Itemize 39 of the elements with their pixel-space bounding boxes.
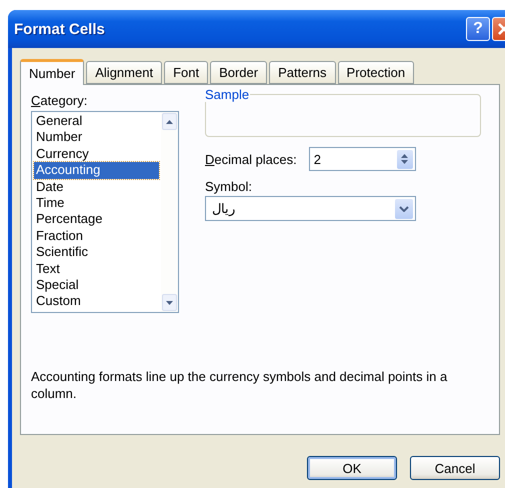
category-item[interactable]: Number	[34, 129, 159, 146]
category-item[interactable]: Text	[34, 260, 159, 278]
category-item[interactable]: Special	[34, 277, 159, 294]
dropdown-button[interactable]	[395, 198, 413, 218]
tab[interactable]: Patterns	[269, 61, 336, 84]
category-item[interactable]: Percentage	[34, 211, 159, 228]
tab[interactable]: Font	[164, 61, 208, 84]
symbol-label: Symbol:	[205, 179, 252, 194]
sample-label: Sample	[204, 87, 250, 102]
category-item[interactable]: Time	[34, 195, 159, 212]
category-label: Category:	[31, 93, 88, 108]
cancel-button[interactable]: Cancel	[410, 456, 500, 480]
category-item[interactable]: General	[34, 113, 159, 130]
chevron-down-icon	[399, 206, 409, 212]
up-arrow-icon	[401, 154, 408, 158]
spin-button[interactable]	[396, 150, 413, 168]
up-arrow-icon	[166, 120, 173, 124]
scrollbar[interactable]	[161, 112, 178, 312]
down-arrow-icon	[166, 300, 173, 304]
category-item[interactable]: Fraction	[34, 228, 159, 244]
decimal-places-field[interactable]: 2	[308, 147, 416, 171]
tab[interactable]: Number	[20, 59, 84, 85]
down-arrow-icon	[401, 160, 408, 164]
window-title: Format Cells	[14, 20, 106, 38]
tab[interactable]: Alignment	[86, 61, 162, 84]
description-text: Accounting formats line up the currency symbols and decimal points in a column.	[31, 368, 448, 402]
ok-button[interactable]: OK	[307, 456, 397, 480]
decimal-places-label: Decimal places:	[205, 152, 297, 166]
category-item[interactable]: Scientific	[34, 244, 159, 261]
category-item[interactable]: Accounting	[34, 162, 159, 179]
tab[interactable]: Border	[210, 61, 268, 84]
symbol-dropdown[interactable]: ريال	[205, 196, 416, 221]
scroll-up-button[interactable]	[162, 113, 177, 130]
category-item[interactable]: Custom	[34, 293, 159, 310]
category-list[interactable]: General Number Currency Accounting Date Time Percentage Fraction Scientific Text Special Custom	[31, 111, 179, 313]
scroll-down-button[interactable]	[162, 294, 177, 311]
tab[interactable]: Protection	[338, 61, 414, 84]
category-item[interactable]: Date	[34, 178, 159, 196]
category-item[interactable]: Currency	[34, 146, 159, 162]
